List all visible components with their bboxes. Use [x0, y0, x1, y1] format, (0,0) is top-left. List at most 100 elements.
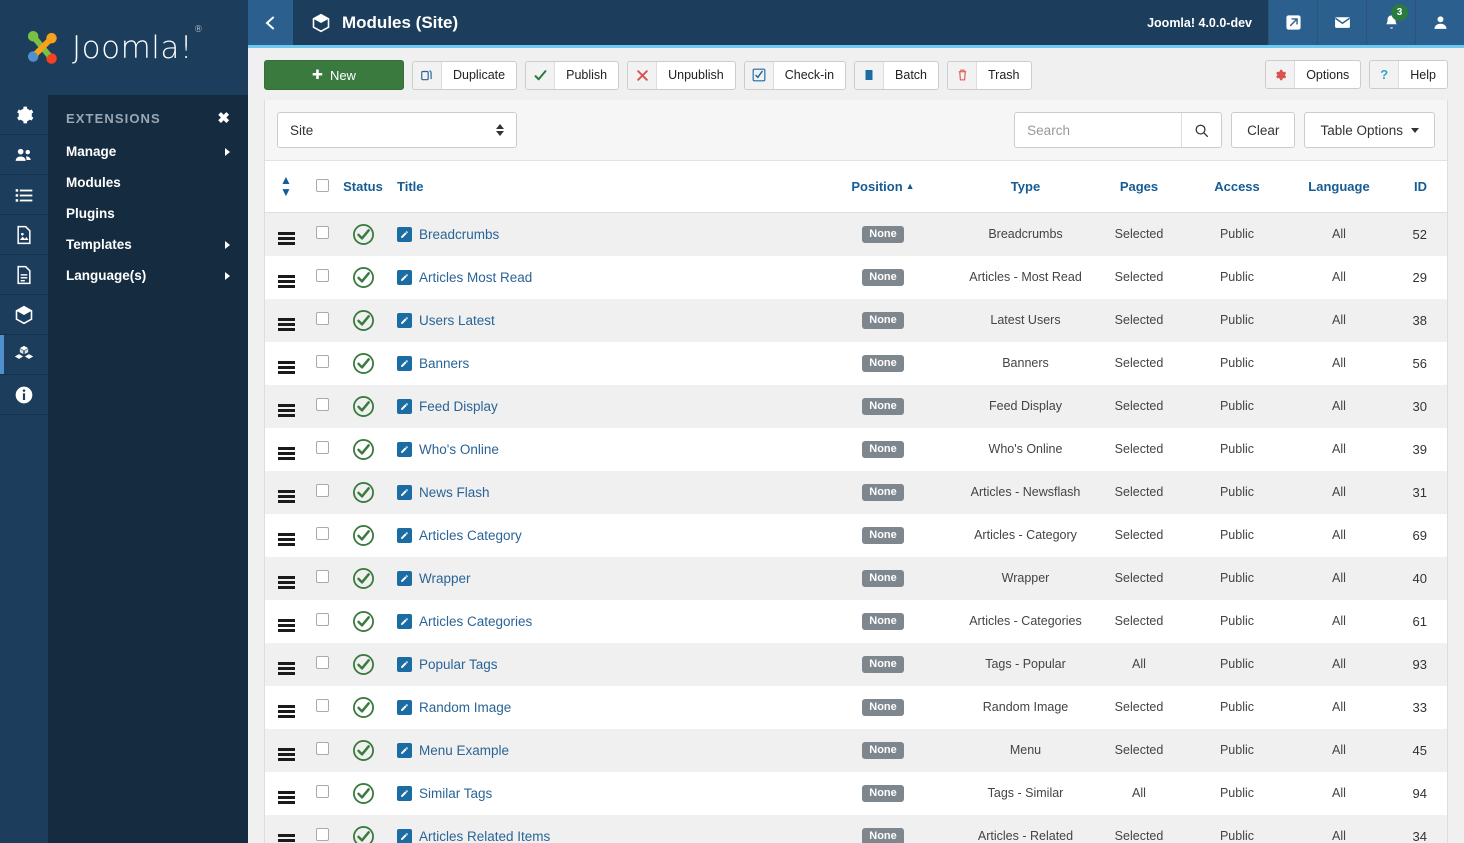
row-checkbox[interactable]	[315, 656, 329, 669]
close-icon[interactable]: ✖	[217, 111, 230, 126]
sidebar-item-help[interactable]	[0, 375, 48, 415]
select-all-checkbox[interactable]	[315, 178, 329, 192]
row-checkbox[interactable]	[315, 398, 329, 411]
status-published-icon[interactable]	[352, 567, 375, 590]
sidebar-item-extensions-cube[interactable]	[0, 295, 48, 335]
column-id[interactable]: ID	[1389, 161, 1447, 213]
status-published-icon[interactable]	[352, 782, 375, 805]
drag-handle-icon[interactable]	[277, 834, 295, 843]
help-button[interactable]: ? Help	[1369, 60, 1448, 89]
drag-handle-icon[interactable]	[277, 748, 295, 761]
row-checkbox[interactable]	[315, 785, 329, 798]
row-checkbox[interactable]	[315, 699, 329, 712]
messages-button[interactable]	[1317, 0, 1366, 45]
sidebar-item-manage[interactable]: Manage	[48, 136, 248, 167]
status-published-icon[interactable]	[352, 610, 375, 633]
status-published-icon[interactable]	[352, 266, 375, 289]
drag-handle-icon[interactable]	[277, 318, 295, 331]
status-published-icon[interactable]	[352, 309, 375, 332]
drag-handle-icon[interactable]	[277, 791, 295, 804]
column-language[interactable]: Language	[1289, 161, 1389, 213]
module-title-link[interactable]: Articles Categories	[397, 613, 532, 629]
scope-select[interactable]: Site	[277, 112, 517, 148]
drag-handle-icon[interactable]	[277, 490, 295, 503]
module-title-link[interactable]: Menu Example	[397, 742, 509, 758]
module-title-link[interactable]: Breadcrumbs	[397, 226, 499, 242]
module-title-link[interactable]: Users Latest	[397, 312, 495, 328]
drag-handle-icon[interactable]	[277, 404, 295, 417]
row-checkbox[interactable]	[315, 441, 329, 454]
sidebar-item-plugins[interactable]: Plugins	[48, 198, 248, 229]
search-button[interactable]	[1181, 113, 1222, 147]
drag-handle-icon[interactable]	[277, 275, 295, 288]
sidebar-item-menus[interactable]	[0, 175, 48, 215]
row-checkbox[interactable]	[315, 355, 329, 368]
batch-button[interactable]: Batch	[854, 60, 940, 90]
sidebar-item-languages[interactable]: Language(s)	[48, 260, 248, 291]
drag-handle-icon[interactable]	[277, 361, 295, 374]
drag-handle-icon[interactable]	[277, 619, 295, 632]
status-published-icon[interactable]	[352, 438, 375, 461]
status-published-icon[interactable]	[352, 739, 375, 762]
status-published-icon[interactable]	[352, 481, 375, 504]
sidebar-item-content[interactable]	[0, 215, 48, 255]
module-title-link[interactable]: Popular Tags	[397, 656, 498, 672]
column-select-all[interactable]	[307, 161, 337, 213]
row-checkbox[interactable]	[315, 570, 329, 583]
row-checkbox[interactable]	[315, 312, 329, 325]
publish-button[interactable]: Publish	[525, 60, 620, 90]
drag-handle-icon[interactable]	[277, 576, 295, 589]
module-title-link[interactable]: Articles Related Items	[397, 828, 550, 843]
module-title-link[interactable]: Random Image	[397, 699, 511, 715]
module-title-link[interactable]: Articles Most Read	[397, 269, 532, 285]
column-ordering[interactable]: ▲ ▼	[265, 161, 307, 213]
module-title-link[interactable]: Banners	[397, 355, 469, 371]
drag-handle-icon[interactable]	[277, 705, 295, 718]
drag-handle-icon[interactable]	[277, 232, 295, 245]
trash-button[interactable]: Trash	[947, 60, 1032, 90]
status-published-icon[interactable]	[352, 653, 375, 676]
column-pages[interactable]: Pages	[1093, 161, 1185, 213]
row-checkbox[interactable]	[315, 527, 329, 540]
drag-handle-icon[interactable]	[277, 533, 295, 546]
row-checkbox[interactable]	[315, 269, 329, 282]
column-access[interactable]: Access	[1185, 161, 1289, 213]
table-options-button[interactable]: Table Options	[1304, 112, 1435, 148]
column-status[interactable]: Status	[337, 161, 389, 213]
row-checkbox[interactable]	[315, 484, 329, 497]
sidebar-item-components[interactable]	[0, 255, 48, 295]
clear-button[interactable]: Clear	[1231, 112, 1296, 148]
row-checkbox[interactable]	[315, 613, 329, 626]
module-title-link[interactable]: Articles Category	[397, 527, 522, 543]
status-published-icon[interactable]	[352, 825, 375, 843]
preview-site-button[interactable]	[1268, 0, 1317, 45]
module-title-link[interactable]: News Flash	[397, 484, 490, 500]
joomla-logo[interactable]: Joomla!®	[22, 25, 203, 69]
status-published-icon[interactable]	[352, 524, 375, 547]
status-published-icon[interactable]	[352, 223, 375, 246]
user-menu-button[interactable]	[1415, 0, 1464, 45]
options-button[interactable]: Options	[1265, 60, 1362, 89]
module-title-link[interactable]: Who's Online	[397, 441, 499, 457]
sidebar-item-modules-link[interactable]: Modules	[48, 167, 248, 198]
module-title-link[interactable]: Feed Display	[397, 398, 498, 414]
sidebar-item-modules[interactable]	[0, 335, 48, 375]
duplicate-button[interactable]: Duplicate	[412, 60, 518, 90]
drag-handle-icon[interactable]	[277, 447, 295, 460]
drag-handle-icon[interactable]	[277, 662, 295, 675]
new-button[interactable]: ✚ New	[264, 60, 404, 90]
module-title-link[interactable]: Similar Tags	[397, 785, 492, 801]
row-checkbox[interactable]	[315, 226, 329, 240]
sidebar-item-users[interactable]	[0, 135, 48, 175]
sidebar-item-system[interactable]	[0, 95, 48, 135]
column-title[interactable]: Title	[389, 161, 808, 213]
status-published-icon[interactable]	[352, 696, 375, 719]
back-button[interactable]	[248, 0, 293, 45]
checkin-button[interactable]: Check-in	[743, 60, 847, 90]
sidebar-item-templates[interactable]: Templates	[48, 229, 248, 260]
search-input[interactable]	[1015, 113, 1182, 147]
status-published-icon[interactable]	[352, 395, 375, 418]
row-checkbox[interactable]	[315, 742, 329, 755]
status-published-icon[interactable]	[352, 352, 375, 375]
column-position[interactable]: Position ▲	[808, 161, 958, 213]
